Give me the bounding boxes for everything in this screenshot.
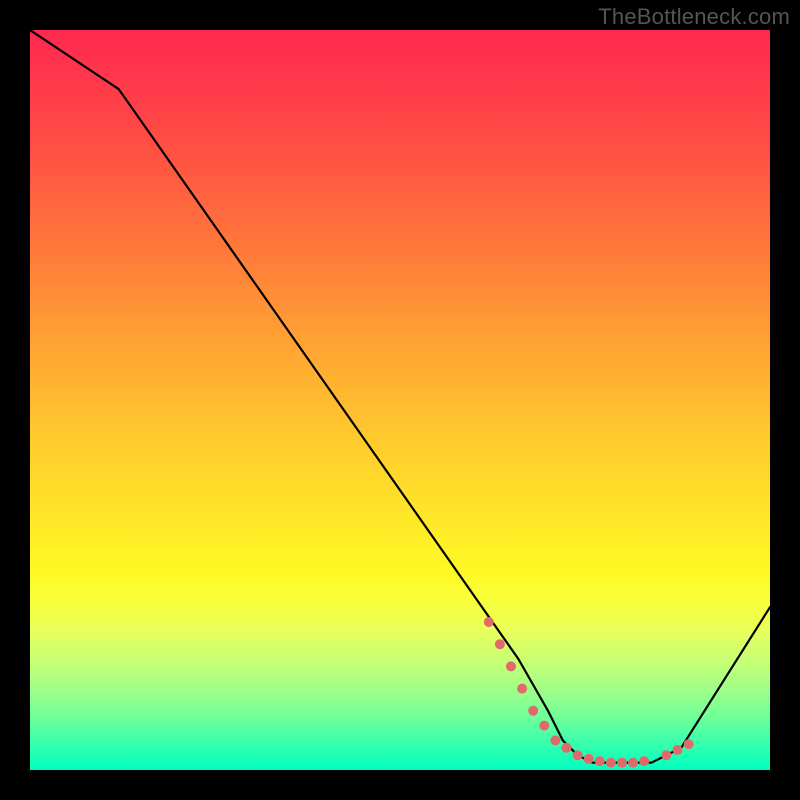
highlighted-dot bbox=[639, 756, 649, 766]
highlighted-dot bbox=[684, 739, 694, 749]
highlighted-dot bbox=[528, 706, 538, 716]
chart-frame: TheBottleneck.com bbox=[0, 0, 800, 800]
highlighted-dot bbox=[506, 661, 516, 671]
highlighted-dot bbox=[550, 735, 560, 745]
chart-overlay-svg bbox=[30, 30, 770, 770]
highlighted-dot bbox=[606, 758, 616, 768]
highlighted-dot bbox=[617, 758, 627, 768]
highlighted-dots-group bbox=[484, 617, 694, 768]
highlighted-dot bbox=[628, 758, 638, 768]
highlighted-dot bbox=[595, 756, 605, 766]
highlighted-dot bbox=[584, 754, 594, 764]
highlighted-dot bbox=[495, 639, 505, 649]
highlighted-dot bbox=[484, 617, 494, 627]
bottleneck-curve-line bbox=[30, 30, 770, 763]
highlighted-dot bbox=[539, 721, 549, 731]
highlighted-dot bbox=[661, 750, 671, 760]
watermark-text: TheBottleneck.com bbox=[598, 4, 790, 30]
highlighted-dot bbox=[517, 684, 527, 694]
highlighted-dot bbox=[562, 743, 572, 753]
highlighted-dot bbox=[573, 750, 583, 760]
highlighted-dot bbox=[673, 745, 683, 755]
